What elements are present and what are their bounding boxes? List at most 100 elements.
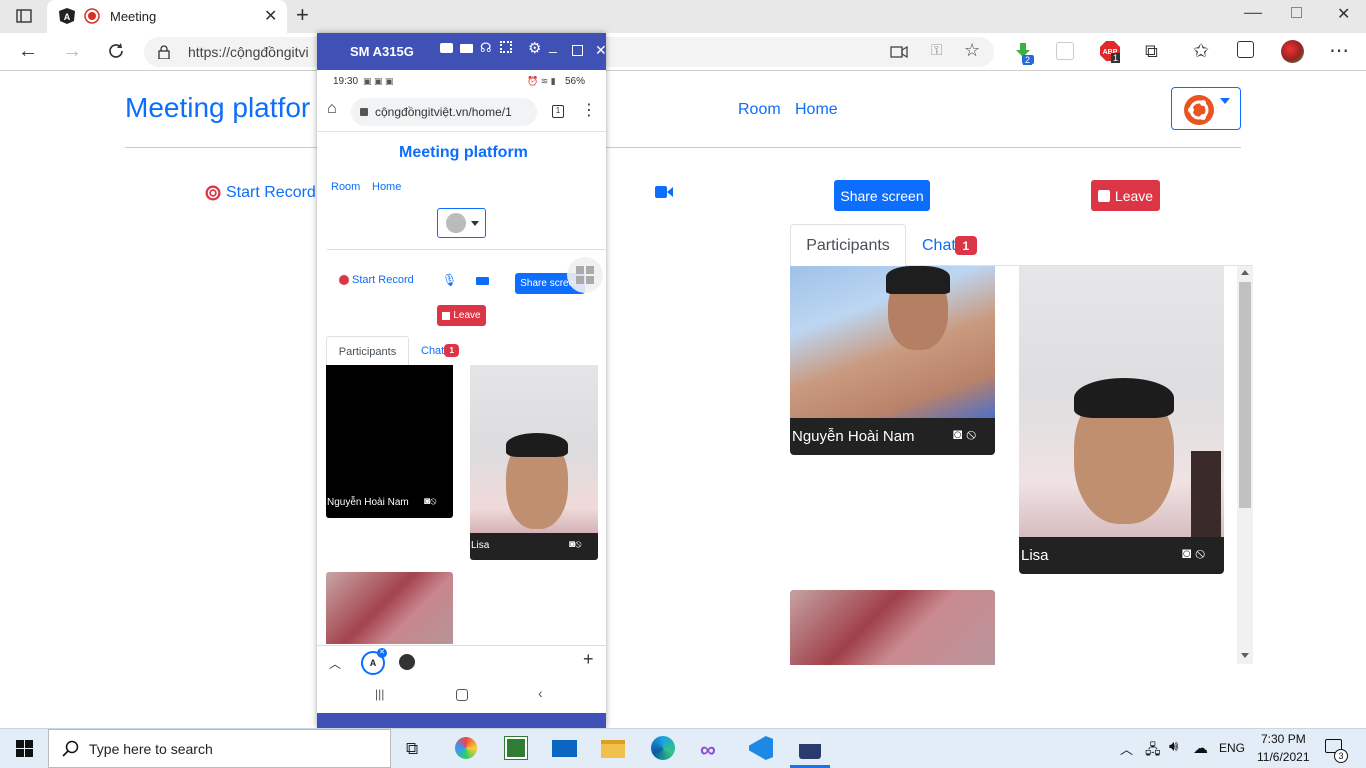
language-indicator[interactable]: ENG: [1219, 741, 1245, 755]
screenshot-icon[interactable]: [440, 43, 453, 53]
phone-mirror-window[interactable]: SM A315G ☊ ⚙ _ ✕ 19:30 ▣ ▣ ▣ ⏰ ≋ ▮ 56% ⌂…: [317, 33, 607, 728]
svg-text:A: A: [64, 12, 71, 22]
participants-scrollbar[interactable]: [1237, 266, 1253, 664]
chevron-up-icon[interactable]: ︿: [329, 655, 341, 672]
phone-address-bar[interactable]: cộngđồngitviệt.vn/home/1: [351, 98, 537, 126]
scrollbar-thumb[interactable]: [1239, 282, 1251, 508]
tab-actions-icon[interactable]: [16, 8, 32, 24]
phone-participant-name: Lisa: [471, 540, 490, 551]
brand-title[interactable]: Meeting platfor: [125, 92, 310, 124]
angular-favicon-icon: A: [59, 8, 75, 24]
collections-icon[interactable]: [1237, 41, 1254, 58]
onedrive-icon[interactable]: ☁︎: [1193, 739, 1208, 757]
minimize-icon[interactable]: _: [549, 37, 557, 53]
fullscreen-icon[interactable]: [500, 41, 512, 53]
phone-nav-room[interactable]: Room: [331, 181, 360, 193]
phone-brand-title[interactable]: Meeting platform: [399, 144, 528, 162]
browser-tab[interactable]: A Meeting ✕: [47, 0, 287, 33]
user-menu-button[interactable]: [1171, 87, 1241, 130]
phone-leave-button[interactable]: Leave: [437, 305, 486, 326]
scrcpy-app-icon[interactable]: [799, 737, 821, 759]
extensions-icon[interactable]: ⧉: [1145, 41, 1158, 62]
headphones-icon[interactable]: ☊: [480, 40, 492, 56]
phone-title-bar: SM A315G ☊ ⚙ _ ✕: [317, 33, 607, 70]
tab-participants[interactable]: Participants: [790, 224, 906, 266]
scroll-up-arrow[interactable]: [1241, 270, 1249, 275]
notification-count: 3: [1334, 749, 1348, 763]
profile-avatar[interactable]: [1281, 40, 1304, 63]
restore-window-button[interactable]: [1291, 7, 1302, 18]
phone-start-record-label: Start Record: [352, 274, 414, 286]
floating-toolbar-icon[interactable]: [567, 257, 603, 293]
clock-date[interactable]: 11/6/2021: [1257, 750, 1310, 764]
record-video-icon[interactable]: [460, 44, 473, 53]
phone-home-icon[interactable]: ⌂: [327, 100, 337, 118]
phone-user-menu-button[interactable]: [437, 208, 486, 238]
gear-icon[interactable]: ⚙: [528, 39, 541, 57]
new-tab-button[interactable]: +: [296, 2, 309, 28]
new-tab-plus-icon[interactable]: +: [583, 649, 594, 670]
phone-tab-participants[interactable]: Participants: [326, 336, 409, 366]
record-icon: [339, 275, 349, 285]
status-time: 19:30: [333, 76, 359, 87]
phone-nav-home[interactable]: Home: [372, 181, 401, 193]
recents-icon[interactable]: |||: [375, 687, 384, 701]
github-icon[interactable]: [399, 654, 415, 670]
file-explorer-icon[interactable]: [601, 740, 625, 758]
recording-dot-icon: [84, 8, 100, 24]
android-home-icon[interactable]: [456, 689, 468, 701]
phone-start-record-button[interactable]: Start Record: [339, 274, 414, 286]
tab-close-icon[interactable]: ✕: [264, 6, 277, 26]
volume-icon[interactable]: 🔊︎: [1169, 738, 1178, 755]
default-avatar-icon: [446, 213, 466, 233]
phone-tab-chat-label: Chat: [421, 344, 445, 357]
settings-more-icon[interactable]: ⋯: [1329, 38, 1349, 63]
leave-button[interactable]: Leave: [1091, 180, 1160, 211]
share-screen-button[interactable]: Share screen: [834, 180, 930, 211]
task-view-icon[interactable]: ⧉: [406, 739, 418, 759]
refresh-icon[interactable]: [107, 42, 125, 60]
camera-toggle-icon[interactable]: [655, 186, 673, 198]
maximize-icon[interactable]: [572, 45, 583, 56]
nav-room-link[interactable]: Room: [738, 101, 781, 119]
camera-permission-icon[interactable]: [890, 45, 908, 59]
phone-menu-icon[interactable]: ⋮: [581, 100, 597, 120]
chevron-down-icon: [1220, 98, 1230, 104]
phone-tab-chat[interactable]: Chat 1: [421, 344, 460, 357]
mic-icon[interactable]: 🎙︎: [442, 273, 457, 287]
visual-studio-icon[interactable]: ∞: [700, 737, 716, 763]
extension-placeholder-icon[interactable]: [1056, 42, 1074, 60]
header-divider: [125, 147, 1241, 148]
minimize-window-button[interactable]: —: [1244, 2, 1262, 23]
phone-tab-count[interactable]: 1: [552, 105, 564, 118]
leave-label: Leave: [1114, 187, 1154, 204]
back-button[interactable]: ←: [18, 40, 38, 63]
person-hair: [506, 433, 568, 457]
tray-overflow-icon[interactable]: ︿: [1120, 739, 1133, 758]
scroll-down-arrow[interactable]: [1241, 653, 1249, 658]
forward-button[interactable]: →: [62, 40, 82, 63]
windows-start-icon[interactable]: [16, 740, 33, 757]
key-icon[interactable]: ⚿: [931, 42, 942, 59]
phone-tab-participants-label: Participants: [338, 345, 397, 358]
phone-window-bottom: [317, 713, 606, 728]
mail-app-icon[interactable]: [552, 740, 577, 757]
person-hair: [1074, 378, 1174, 418]
network-icon[interactable]: 🖧︎: [1145, 739, 1161, 763]
camera-off-mic-off-icon: ◙⦸: [569, 539, 582, 550]
close-window-button[interactable]: ✕: [1337, 4, 1350, 24]
phone-camera-icon[interactable]: [476, 277, 489, 285]
close-badge-icon[interactable]: ✕: [377, 648, 387, 658]
edge-app-icon[interactable]: [651, 736, 675, 760]
taskbar-search[interactable]: Type here to search: [48, 729, 391, 768]
favorites-icon[interactable]: ✩: [1193, 40, 1209, 63]
clock-time[interactable]: 7:30 PM: [1261, 732, 1306, 746]
start-record-button[interactable]: Start Record: [205, 184, 316, 202]
add-favorite-icon[interactable]: ☆: [964, 40, 980, 61]
chart-app-icon[interactable]: [504, 736, 528, 760]
tab-chat[interactable]: Chat 1: [922, 236, 977, 255]
android-back-icon[interactable]: ‹: [538, 685, 543, 701]
nav-home-link[interactable]: Home: [795, 101, 838, 119]
close-icon[interactable]: ✕: [595, 42, 607, 59]
paint-app-icon[interactable]: [455, 737, 477, 759]
